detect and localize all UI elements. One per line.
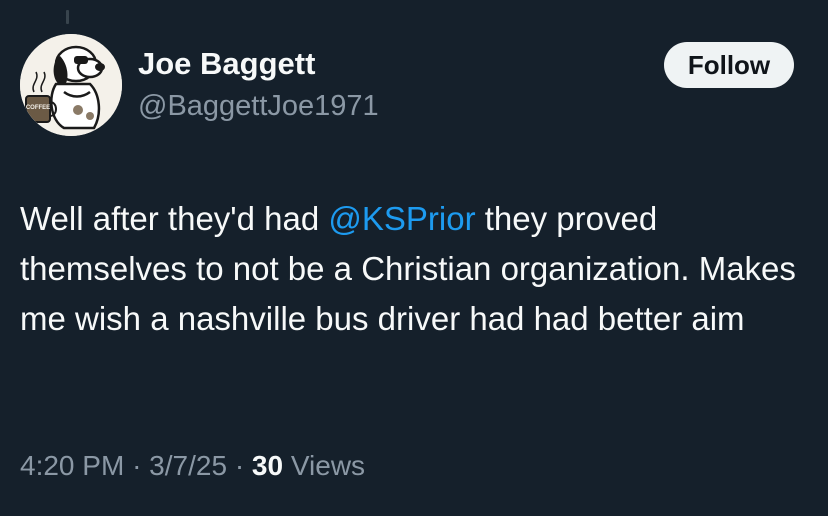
tweet-metadata: 4:20 PM · 3/7/25 · 30 Views bbox=[20, 446, 365, 486]
tweet-date[interactable]: 3/7/25 bbox=[149, 450, 227, 481]
views-label[interactable]: Views bbox=[291, 450, 365, 481]
author-display-name[interactable]: Joe Baggett bbox=[138, 46, 315, 82]
author-handle[interactable]: @BaggettJoe1971 bbox=[138, 89, 379, 123]
tweet-text: Well after they'd had @KSPrior they prov… bbox=[20, 194, 810, 344]
follow-button[interactable]: Follow bbox=[664, 42, 794, 88]
tweet-text-before: Well after they'd had bbox=[20, 200, 329, 237]
mug-label: COFFEE bbox=[26, 105, 50, 111]
mention-link[interactable]: @KSPrior bbox=[328, 200, 475, 237]
meta-separator: · bbox=[234, 450, 245, 481]
tweet-card: COFFEE Joe Baggett @BaggettJoe1971 Follo… bbox=[0, 0, 828, 516]
tweet-time[interactable]: 4:20 PM bbox=[20, 450, 124, 481]
meta-separator: · bbox=[132, 450, 142, 481]
views-count[interactable]: 30 bbox=[252, 450, 283, 481]
avatar[interactable]: COFFEE bbox=[20, 34, 122, 136]
thread-connector-line bbox=[66, 10, 69, 24]
snoopy-avatar-icon: COFFEE bbox=[20, 34, 122, 136]
